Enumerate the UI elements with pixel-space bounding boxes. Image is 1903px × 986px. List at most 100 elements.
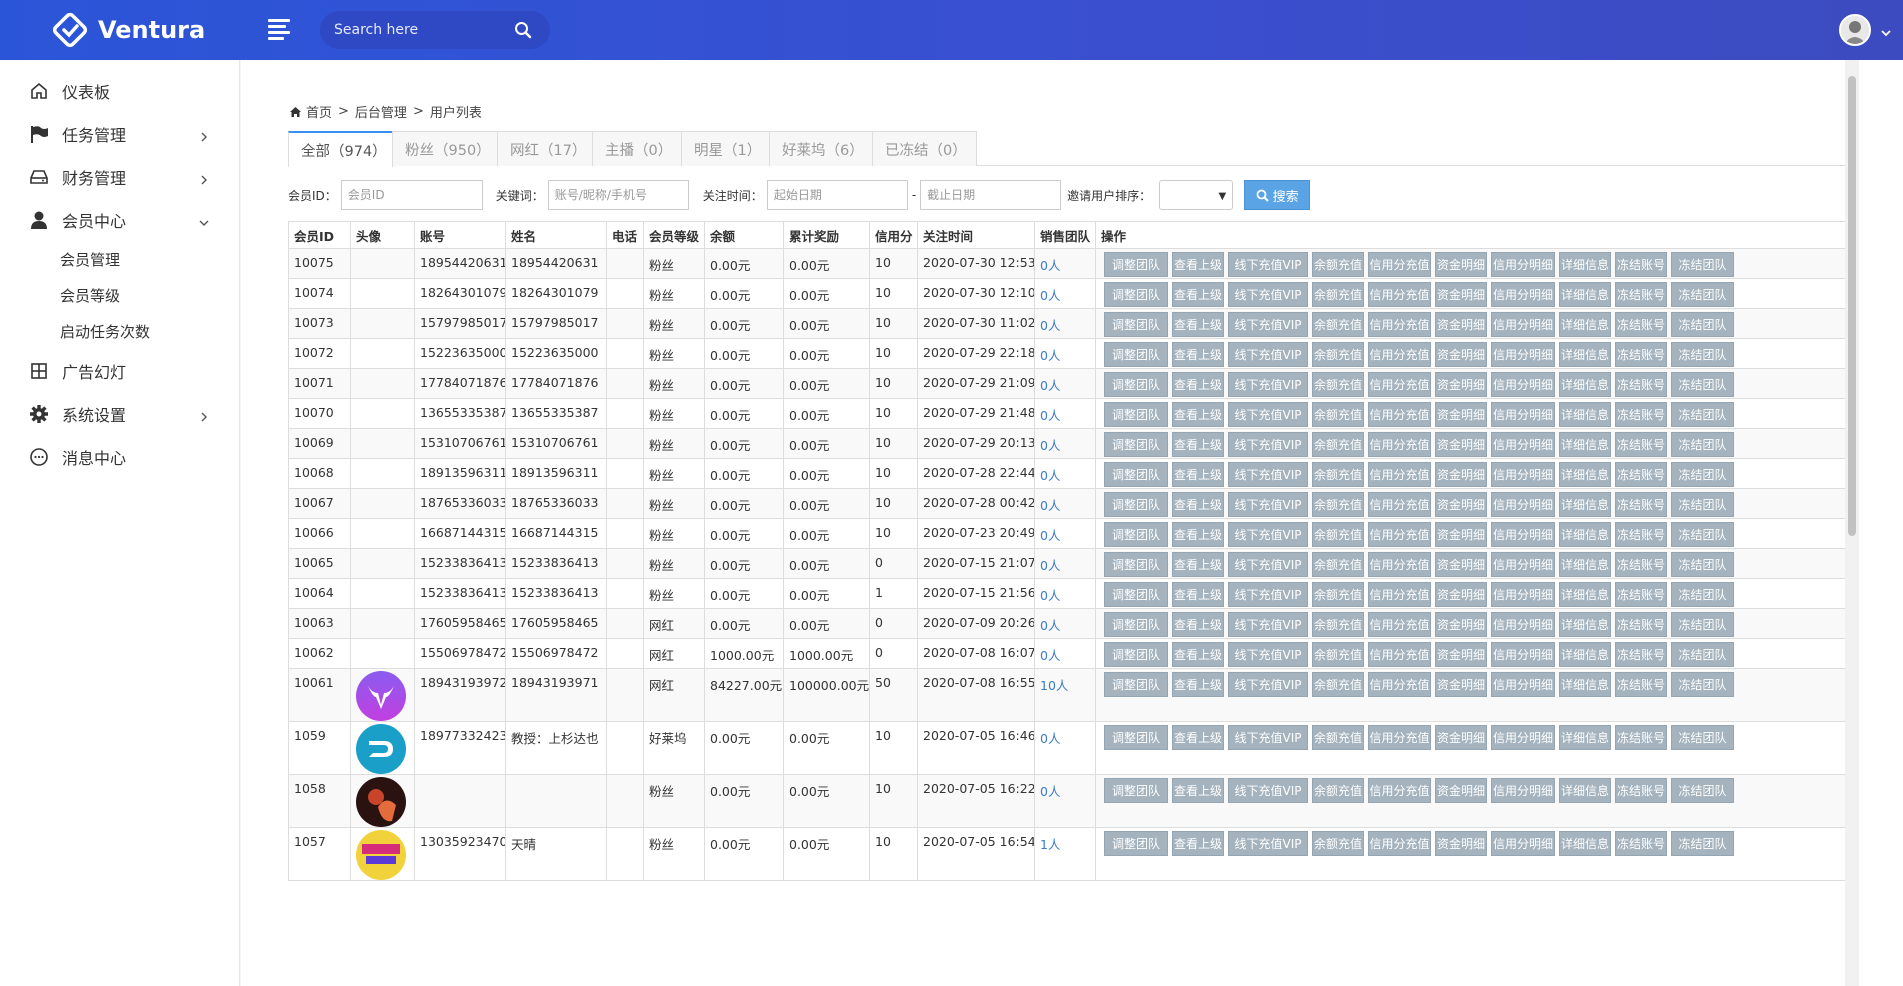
tab-all[interactable]: 全部（974） xyxy=(288,131,393,167)
action-button[interactable]: 冻结团队 xyxy=(1671,582,1734,607)
cell-team[interactable]: 0人 xyxy=(1034,458,1096,489)
action-button[interactable]: 调整团队 xyxy=(1104,342,1168,367)
action-button[interactable]: 冻结团队 xyxy=(1671,312,1734,337)
action-button[interactable]: 调整团队 xyxy=(1104,252,1168,277)
action-button[interactable]: 冻结账号 xyxy=(1615,612,1667,637)
action-button[interactable]: 冻结账号 xyxy=(1615,582,1667,607)
action-button[interactable]: 调整团队 xyxy=(1104,522,1168,547)
action-button[interactable]: 信用分充值 xyxy=(1368,342,1431,367)
action-button[interactable]: 查看上级 xyxy=(1172,342,1224,367)
cell-team[interactable]: 0人 xyxy=(1034,548,1096,579)
action-button[interactable]: 信用分充值 xyxy=(1368,778,1431,803)
action-button[interactable]: 余额充值 xyxy=(1312,342,1364,367)
action-button[interactable]: 信用分充值 xyxy=(1368,725,1431,750)
action-button[interactable]: 余额充值 xyxy=(1312,725,1364,750)
action-button[interactable]: 详细信息 xyxy=(1559,342,1611,367)
action-button[interactable]: 详细信息 xyxy=(1559,252,1611,277)
action-button[interactable]: 资金明细 xyxy=(1435,372,1487,397)
action-button[interactable]: 线下充值VIP xyxy=(1228,372,1308,397)
action-button[interactable]: 余额充值 xyxy=(1312,522,1364,547)
cell-team[interactable]: 0人 xyxy=(1034,278,1096,309)
action-button[interactable]: 线下充值VIP xyxy=(1228,612,1308,637)
sidebar-item-ads[interactable]: 广告幻灯 xyxy=(0,349,239,392)
action-button[interactable]: 查看上级 xyxy=(1172,402,1224,427)
action-button[interactable]: 详细信息 xyxy=(1559,642,1611,667)
action-button[interactable]: 资金明细 xyxy=(1435,672,1487,697)
action-button[interactable]: 查看上级 xyxy=(1172,432,1224,457)
action-button[interactable]: 线下充值VIP xyxy=(1228,552,1308,577)
search-icon[interactable] xyxy=(514,21,532,39)
action-button[interactable]: 调整团队 xyxy=(1104,432,1168,457)
action-button[interactable]: 冻结账号 xyxy=(1615,831,1667,856)
sidebar-item-members[interactable]: 会员中心 xyxy=(0,198,239,241)
tab-frozen[interactable]: 已冻结（0） xyxy=(872,131,977,166)
action-button[interactable]: 查看上级 xyxy=(1172,552,1224,577)
action-button[interactable]: 冻结团队 xyxy=(1671,372,1734,397)
action-button[interactable]: 信用分明细 xyxy=(1491,522,1555,547)
action-button[interactable]: 资金明细 xyxy=(1435,582,1487,607)
action-button[interactable]: 线下充值VIP xyxy=(1228,725,1308,750)
sidebar-item-tasks[interactable]: 任务管理 xyxy=(0,112,239,155)
action-button[interactable]: 资金明细 xyxy=(1435,402,1487,427)
action-button[interactable]: 调整团队 xyxy=(1104,778,1168,803)
action-button[interactable]: 查看上级 xyxy=(1172,612,1224,637)
action-button[interactable]: 冻结账号 xyxy=(1615,522,1667,547)
action-button[interactable]: 详细信息 xyxy=(1559,582,1611,607)
action-button[interactable]: 资金明细 xyxy=(1435,642,1487,667)
cell-team[interactable]: 1人 xyxy=(1034,827,1096,881)
action-button[interactable]: 详细信息 xyxy=(1559,312,1611,337)
action-button[interactable]: 余额充值 xyxy=(1312,282,1364,307)
action-button[interactable]: 调整团队 xyxy=(1104,372,1168,397)
search-button[interactable]: 搜索 xyxy=(1244,180,1311,210)
action-button[interactable]: 调整团队 xyxy=(1104,312,1168,337)
action-button[interactable]: 冻结团队 xyxy=(1671,462,1734,487)
action-button[interactable]: 余额充值 xyxy=(1312,672,1364,697)
action-button[interactable]: 资金明细 xyxy=(1435,552,1487,577)
action-button[interactable]: 信用分充值 xyxy=(1368,831,1431,856)
action-button[interactable]: 调整团队 xyxy=(1104,462,1168,487)
action-button[interactable]: 余额充值 xyxy=(1312,492,1364,517)
action-button[interactable]: 详细信息 xyxy=(1559,462,1611,487)
action-button[interactable]: 调整团队 xyxy=(1104,402,1168,427)
sidebar-item-settings[interactable]: 系统设置 xyxy=(0,392,239,435)
action-button[interactable]: 冻结团队 xyxy=(1671,831,1734,856)
action-button[interactable]: 查看上级 xyxy=(1172,725,1224,750)
action-button[interactable]: 资金明细 xyxy=(1435,342,1487,367)
action-button[interactable]: 冻结账号 xyxy=(1615,402,1667,427)
action-button[interactable]: 余额充值 xyxy=(1312,582,1364,607)
action-button[interactable]: 余额充值 xyxy=(1312,831,1364,856)
sidebar-subitem-member-level[interactable]: 会员等级 xyxy=(0,277,239,313)
action-button[interactable]: 余额充值 xyxy=(1312,402,1364,427)
action-button[interactable]: 查看上级 xyxy=(1172,672,1224,697)
action-button[interactable]: 信用分明细 xyxy=(1491,552,1555,577)
action-button[interactable]: 详细信息 xyxy=(1559,492,1611,517)
action-button[interactable]: 冻结账号 xyxy=(1615,492,1667,517)
action-button[interactable]: 查看上级 xyxy=(1172,372,1224,397)
action-button[interactable]: 信用分充值 xyxy=(1368,672,1431,697)
action-button[interactable]: 冻结团队 xyxy=(1671,342,1734,367)
action-button[interactable]: 信用分明细 xyxy=(1491,831,1555,856)
tab-hollywood[interactable]: 好莱坞（6） xyxy=(769,131,873,166)
action-button[interactable]: 冻结账号 xyxy=(1615,552,1667,577)
action-button[interactable]: 信用分明细 xyxy=(1491,312,1555,337)
action-button[interactable]: 调整团队 xyxy=(1104,672,1168,697)
action-button[interactable]: 线下充值VIP xyxy=(1228,778,1308,803)
action-button[interactable]: 信用分充值 xyxy=(1368,312,1431,337)
action-button[interactable]: 线下充值VIP xyxy=(1228,672,1308,697)
action-button[interactable]: 冻结团队 xyxy=(1671,642,1734,667)
action-button[interactable]: 余额充值 xyxy=(1312,778,1364,803)
action-button[interactable]: 线下充值VIP xyxy=(1228,492,1308,517)
action-button[interactable]: 余额充值 xyxy=(1312,462,1364,487)
end-date-input[interactable] xyxy=(920,180,1062,210)
action-button[interactable]: 信用分明细 xyxy=(1491,672,1555,697)
member-id-input[interactable] xyxy=(340,180,483,210)
action-button[interactable]: 冻结账号 xyxy=(1615,672,1667,697)
action-button[interactable]: 信用分明细 xyxy=(1491,432,1555,457)
action-button[interactable]: 信用分充值 xyxy=(1368,462,1431,487)
cell-team[interactable]: 0人 xyxy=(1034,488,1096,519)
cell-team[interactable]: 0人 xyxy=(1034,248,1096,279)
action-button[interactable]: 信用分明细 xyxy=(1491,252,1555,277)
action-button[interactable]: 冻结账号 xyxy=(1615,372,1667,397)
sidebar-subitem-member-manage[interactable]: 会员管理 xyxy=(0,241,239,277)
tab-star[interactable]: 明星（1） xyxy=(681,131,770,166)
